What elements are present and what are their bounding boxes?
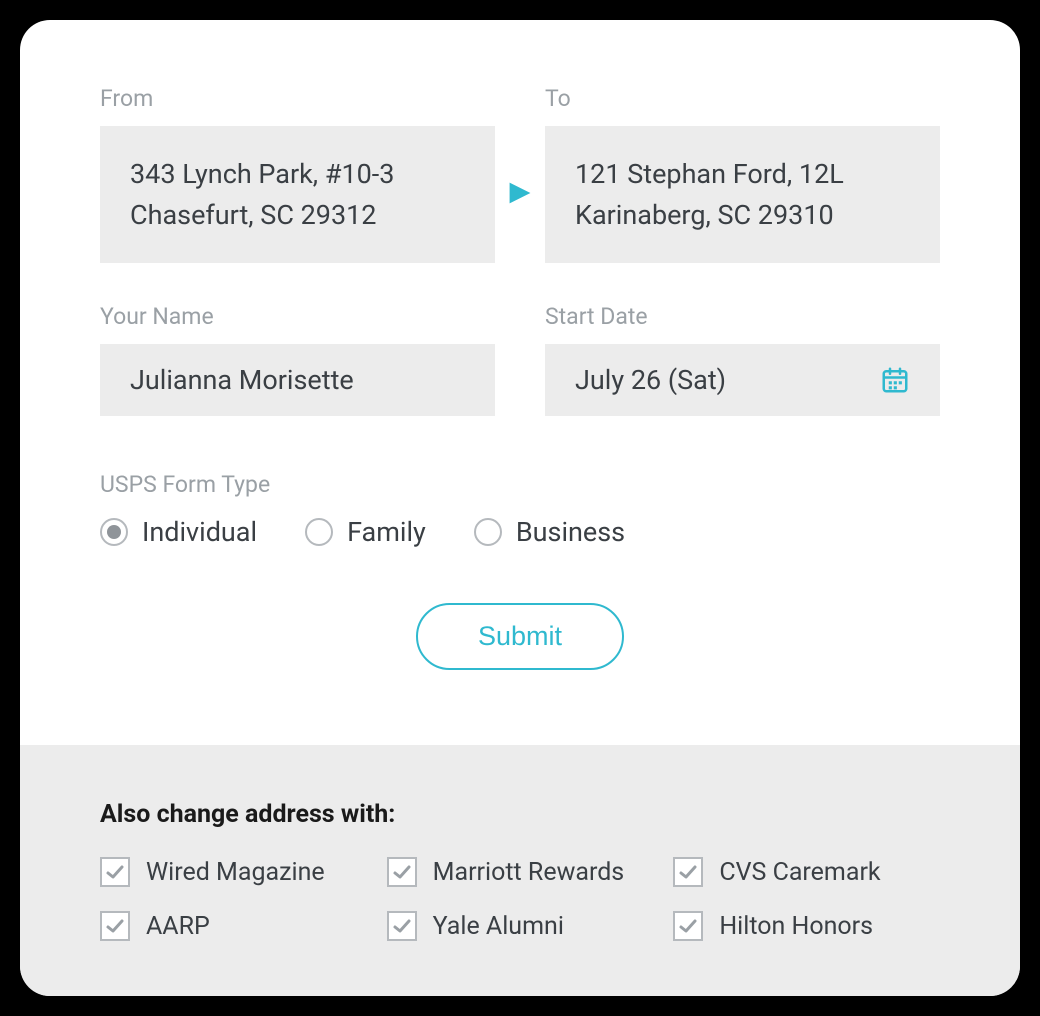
- name-value: Julianna Morisette: [130, 364, 354, 396]
- partner-checkbox-item[interactable]: AARP: [100, 911, 367, 941]
- radio-circle-icon: [305, 518, 333, 546]
- checkmark-icon: [392, 862, 412, 882]
- to-label: To: [545, 85, 940, 112]
- form-type-section: USPS Form Type Individual Family Business: [100, 471, 940, 548]
- form-area: From 343 Lynch Park, #10-3 Chasefurt, SC…: [20, 20, 1020, 745]
- submit-wrap: Submit: [100, 603, 940, 670]
- radio-dot-icon: [107, 525, 121, 539]
- radio-circle-icon: [100, 518, 128, 546]
- name-label: Your Name: [100, 303, 495, 330]
- checkmark-icon: [678, 862, 698, 882]
- arrow-wrap: [495, 142, 545, 206]
- checkmark-icon: [105, 862, 125, 882]
- from-line-1: 343 Lynch Park, #10-3: [130, 154, 465, 195]
- from-label: From: [100, 85, 495, 112]
- partner-checkbox-item[interactable]: Yale Alumni: [387, 911, 654, 941]
- submit-button[interactable]: Submit: [416, 603, 624, 670]
- partners-title: Also change address with:: [100, 800, 940, 829]
- checkbox-icon: [100, 911, 130, 941]
- calendar-icon[interactable]: [880, 365, 910, 395]
- checkmark-icon: [678, 916, 698, 936]
- partner-label: Wired Magazine: [146, 858, 325, 887]
- checkbox-icon: [673, 911, 703, 941]
- partner-label: AARP: [146, 912, 210, 941]
- start-date-label: Start Date: [545, 303, 940, 330]
- radio-label: Business: [516, 516, 625, 548]
- to-line-1: 121 Stephan Ford, 12L: [575, 154, 910, 195]
- form-type-label: USPS Form Type: [100, 471, 940, 498]
- checkbox-icon: [100, 857, 130, 887]
- name-input[interactable]: Julianna Morisette: [100, 344, 495, 416]
- radio-family[interactable]: Family: [305, 516, 426, 548]
- from-line-2: Chasefurt, SC 29312: [130, 195, 465, 236]
- radio-label: Individual: [142, 516, 257, 548]
- radio-circle-icon: [474, 518, 502, 546]
- partner-checkbox-item[interactable]: CVS Caremark: [673, 857, 940, 887]
- arrow-right-icon: [507, 180, 533, 206]
- partner-checkbox-item[interactable]: Marriott Rewards: [387, 857, 654, 887]
- form-type-radio-group: Individual Family Business: [100, 516, 940, 548]
- to-line-2: Karinaberg, SC 29310: [575, 195, 910, 236]
- to-column: To 121 Stephan Ford, 12L Karinaberg, SC …: [545, 85, 940, 263]
- name-column: Your Name Julianna Morisette: [100, 303, 495, 416]
- partner-label: Marriott Rewards: [433, 858, 625, 887]
- partner-label: CVS Caremark: [719, 858, 880, 887]
- checkbox-icon: [387, 911, 417, 941]
- address-row: From 343 Lynch Park, #10-3 Chasefurt, SC…: [100, 85, 940, 263]
- partners-grid: Wired Magazine Marriott Rewards CVS Carema…: [100, 857, 940, 941]
- partners-section: Also change address with: Wired Magazine…: [20, 745, 1020, 996]
- from-address-input[interactable]: 343 Lynch Park, #10-3 Chasefurt, SC 2931…: [100, 126, 495, 263]
- radio-business[interactable]: Business: [474, 516, 625, 548]
- checkmark-icon: [392, 916, 412, 936]
- partner-label: Hilton Honors: [719, 912, 873, 941]
- radio-label: Family: [347, 516, 426, 548]
- start-date-input[interactable]: July 26 (Sat): [545, 344, 940, 416]
- partner-checkbox-item[interactable]: Hilton Honors: [673, 911, 940, 941]
- checkbox-icon: [673, 857, 703, 887]
- start-date-value: July 26 (Sat): [575, 364, 726, 396]
- radio-individual[interactable]: Individual: [100, 516, 257, 548]
- partner-checkbox-item[interactable]: Wired Magazine: [100, 857, 367, 887]
- partner-label: Yale Alumni: [433, 912, 564, 941]
- checkbox-icon: [387, 857, 417, 887]
- name-date-row: Your Name Julianna Morisette Start Date …: [100, 303, 940, 416]
- start-date-column: Start Date July 26 (Sat): [545, 303, 940, 416]
- to-address-input[interactable]: 121 Stephan Ford, 12L Karinaberg, SC 293…: [545, 126, 940, 263]
- address-change-form-card: From 343 Lynch Park, #10-3 Chasefurt, SC…: [20, 20, 1020, 996]
- from-column: From 343 Lynch Park, #10-3 Chasefurt, SC…: [100, 85, 495, 263]
- checkmark-icon: [105, 916, 125, 936]
